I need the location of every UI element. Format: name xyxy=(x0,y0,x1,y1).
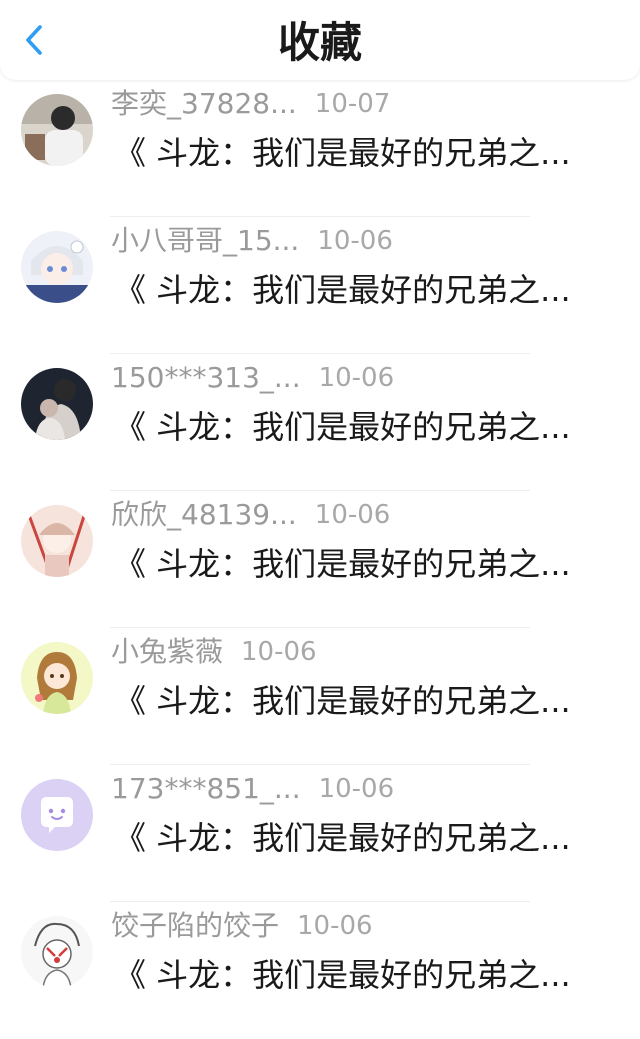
list-item[interactable]: 李奕_37828... 10-07 《 斗龙：我们是最好的兄弟之... xyxy=(0,80,640,217)
item-title: 《 斗龙：我们是最好的兄弟之... xyxy=(114,819,571,857)
item-title: 《 斗龙：我们是最好的兄弟之... xyxy=(114,408,571,446)
username: 173***851_... xyxy=(111,772,301,805)
username: 饺子陷的饺子 xyxy=(111,909,280,942)
item-title: 《 斗龙：我们是最好的兄弟之... xyxy=(114,271,571,309)
username: 欣欣_48139... xyxy=(111,498,297,531)
top-navigation-bar: 收藏 xyxy=(0,0,640,80)
list-item[interactable]: 小兔紫薇 10-06 《 斗龙：我们是最好的兄弟之... xyxy=(0,628,640,765)
user-avatar[interactable] xyxy=(21,368,93,440)
user-avatar[interactable] xyxy=(21,505,93,577)
post-date: 10-06 xyxy=(317,226,393,256)
user-avatar[interactable] xyxy=(21,642,93,714)
username: 小八哥哥_15... xyxy=(111,224,300,257)
username: 李奕_37828... xyxy=(111,87,297,120)
post-date: 10-06 xyxy=(241,637,317,667)
list-item[interactable]: 小八哥哥_15... 10-06 《 斗龙：我们是最好的兄弟之... xyxy=(0,217,640,354)
user-avatar[interactable] xyxy=(21,779,93,851)
back-button[interactable] xyxy=(14,20,54,60)
list-item[interactable]: 欣欣_48139... 10-06 《 斗龙：我们是最好的兄弟之... xyxy=(0,491,640,628)
item-title: 《 斗龙：我们是最好的兄弟之... xyxy=(114,545,571,583)
user-avatar[interactable] xyxy=(21,231,93,303)
list-item[interactable]: 150***313_... 10-06 《 斗龙：我们是最好的兄弟之... xyxy=(0,354,640,491)
post-date: 10-06 xyxy=(314,500,391,530)
list-item[interactable]: 饺子陷的饺子 10-06 《 斗龙：我们是最好的兄弟之... xyxy=(0,902,640,1039)
user-avatar[interactable] xyxy=(21,94,93,166)
user-avatar[interactable] xyxy=(21,916,93,988)
favorites-list: 李奕_37828... 10-07 《 斗龙：我们是最好的兄弟之... 小八哥哥… xyxy=(0,80,640,1039)
item-title: 《 斗龙：我们是最好的兄弟之... xyxy=(114,956,571,994)
item-title: 《 斗龙：我们是最好的兄弟之... xyxy=(114,134,571,172)
chevron-left-icon xyxy=(26,25,42,55)
page-title: 收藏 xyxy=(277,18,362,67)
username: 150***313_... xyxy=(111,361,301,394)
post-date: 10-06 xyxy=(318,774,395,804)
item-title: 《 斗龙：我们是最好的兄弟之... xyxy=(114,682,571,720)
post-date: 10-06 xyxy=(318,363,395,393)
post-date: 10-07 xyxy=(314,89,391,119)
username: 小兔紫薇 xyxy=(111,635,224,668)
list-item[interactable]: 173***851_... 10-06 《 斗龙：我们是最好的兄弟之... xyxy=(0,765,640,902)
post-date: 10-06 xyxy=(297,911,373,941)
